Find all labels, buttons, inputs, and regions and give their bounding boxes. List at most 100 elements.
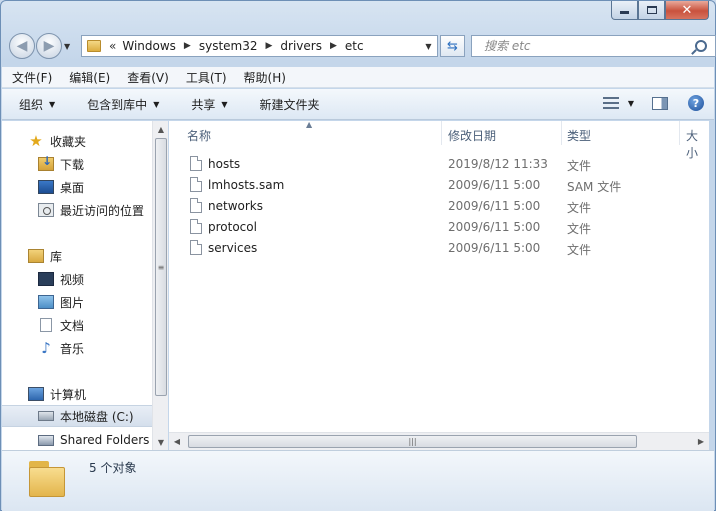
close-button[interactable]: ✕: [665, 1, 709, 20]
sidebar-item-label: 计算机: [50, 387, 87, 402]
include-in-library-label: 包含到库中: [87, 97, 148, 112]
chevron-right-icon[interactable]: ▶: [330, 41, 337, 51]
file-list-horizontal-scrollbar[interactable]: ◀ ||| ▶: [169, 432, 709, 450]
sidebar-item-label: 文档: [60, 318, 85, 333]
network-drive-icon: [38, 434, 54, 446]
refresh-icon: ⇆: [447, 38, 458, 54]
menu-tools[interactable]: 工具(T): [186, 69, 227, 86]
scroll-right-icon[interactable]: ▶: [693, 433, 709, 450]
window-controls: ✕: [611, 1, 709, 20]
menu-edit[interactable]: 编辑(E): [69, 69, 110, 86]
minimize-button[interactable]: [611, 1, 638, 20]
sidebar-item-videos[interactable]: 视频: [2, 268, 152, 290]
horizontal-scroll-thumb[interactable]: |||: [188, 435, 637, 448]
menu-view[interactable]: 查看(V): [127, 69, 169, 86]
vertical-scroll-thumb[interactable]: ≡: [155, 138, 167, 396]
sidebar-item-downloads[interactable]: 下载: [2, 153, 152, 175]
new-folder-button[interactable]: 新建文件夹: [260, 96, 320, 113]
organize-label: 组织: [19, 97, 44, 112]
column-header-name[interactable]: 名称: [187, 127, 211, 144]
chevron-right-icon[interactable]: ▶: [184, 41, 191, 51]
maximize-icon: [646, 6, 657, 14]
sidebar-libraries[interactable]: 库: [2, 245, 152, 267]
scroll-down-icon[interactable]: ▼: [153, 434, 169, 450]
sidebar-item-label: 收藏夹: [50, 134, 87, 149]
navigation-pane: ★ 收藏夹 下载 桌面 最近访问的位置 库 视频 图片 文档: [2, 121, 152, 450]
navigation-pane-scrollbar[interactable]: ▲ ≡ ▼: [152, 121, 168, 450]
scroll-left-icon[interactable]: ◀: [169, 433, 185, 450]
forward-button[interactable]: ▶: [36, 33, 62, 59]
scroll-up-icon[interactable]: ▲: [153, 121, 169, 137]
sidebar-item-desktop[interactable]: 桌面: [2, 176, 152, 198]
sidebar-item-label: 视频: [60, 272, 85, 287]
explorer-window: ✕ ◀ ▶ ▼ « Windows ▶ system32 ▶ drivers ▶…: [0, 0, 716, 511]
column-header-modified[interactable]: 修改日期: [448, 127, 496, 144]
sidebar-favorites[interactable]: ★ 收藏夹: [2, 130, 152, 152]
sidebar-item-label: Shared Folders: [60, 433, 150, 447]
new-folder-label: 新建文件夹: [259, 97, 320, 112]
file-type: 文件: [567, 201, 592, 215]
hard-drive-icon: [38, 411, 54, 421]
sidebar-item-music[interactable]: ♪ 音乐: [2, 337, 152, 359]
item-count: 5 个对象: [89, 461, 137, 475]
share-button[interactable]: 共享 ▼: [191, 96, 227, 113]
menu-help[interactable]: 帮助(H): [244, 69, 286, 86]
search-input[interactable]: [472, 39, 682, 53]
column-divider[interactable]: [441, 121, 442, 145]
organize-button[interactable]: 组织 ▼: [19, 96, 55, 113]
desktop-icon: [38, 180, 54, 194]
file-name: networks: [208, 199, 263, 213]
breadcrumb-windows[interactable]: Windows: [120, 39, 178, 53]
document-library-icon: [40, 318, 52, 332]
file-modified: 2019/8/12 11:33: [448, 157, 548, 171]
file-type: 文件: [567, 222, 592, 236]
navigation-bar: ◀ ▶ ▼ « Windows ▶ system32 ▶ drivers ▶ e…: [9, 32, 716, 60]
recent-pages-dropdown-icon[interactable]: ▼: [64, 42, 70, 51]
column-divider[interactable]: [679, 121, 680, 145]
column-header-type[interactable]: 类型: [567, 127, 591, 144]
breadcrumb-etc[interactable]: etc: [343, 39, 366, 53]
file-row-lmhosts[interactable]: lmhosts.sam 2009/6/11 5:00 SAM 文件: [183, 175, 703, 196]
file-row-services[interactable]: services 2009/6/11 5:00 文件: [183, 238, 703, 259]
folder-icon: [87, 40, 101, 52]
help-icon[interactable]: ?: [688, 95, 704, 111]
file-row-hosts[interactable]: hosts 2019/8/12 11:33 文件: [183, 154, 703, 175]
address-bar[interactable]: « Windows ▶ system32 ▶ drivers ▶ etc ▼: [81, 35, 438, 57]
chevron-down-icon: ▼: [49, 99, 56, 109]
sidebar-item-shared-folders[interactable]: Shared Folders: [2, 429, 152, 450]
column-divider[interactable]: [561, 121, 562, 145]
change-view-icon[interactable]: [602, 97, 619, 109]
search-box: [471, 35, 716, 57]
details-pane: 5 个对象: [2, 450, 714, 511]
computer-icon: [28, 387, 44, 401]
file-row-networks[interactable]: networks 2009/6/11 5:00 文件: [183, 196, 703, 217]
back-button[interactable]: ◀: [9, 33, 35, 59]
include-in-library-button[interactable]: 包含到库中 ▼: [87, 96, 159, 113]
search-icon[interactable]: [695, 40, 707, 52]
sidebar-item-label: 库: [50, 249, 63, 264]
refresh-button[interactable]: ⇆: [440, 35, 465, 57]
breadcrumb-system32[interactable]: system32: [197, 39, 260, 53]
sidebar-item-documents[interactable]: 文档: [2, 314, 152, 336]
music-library-icon: ♪: [41, 339, 51, 357]
sidebar-item-label: 本地磁盘 (C:): [60, 409, 134, 424]
sidebar-item-label: 音乐: [60, 341, 85, 356]
file-type: SAM 文件: [567, 180, 622, 194]
breadcrumb-overflow[interactable]: «: [109, 39, 116, 53]
view-options-dropdown-icon[interactable]: ▼: [628, 99, 634, 108]
file-modified: 2009/6/11 5:00: [448, 220, 541, 234]
file-icon: [190, 198, 202, 213]
sidebar-computer[interactable]: 计算机: [2, 383, 152, 405]
file-row-protocol[interactable]: protocol 2009/6/11 5:00 文件: [183, 217, 703, 238]
maximize-button[interactable]: [638, 1, 665, 20]
menu-file[interactable]: 文件(F): [12, 69, 52, 86]
folder-icon: [27, 459, 67, 499]
column-header-row: ▲ 名称 修改日期 类型 大小: [169, 121, 709, 160]
sidebar-item-recent-places[interactable]: 最近访问的位置: [2, 199, 152, 221]
address-dropdown-icon[interactable]: ▼: [420, 36, 437, 56]
sidebar-item-local-disk[interactable]: 本地磁盘 (C:): [2, 405, 152, 427]
sidebar-item-pictures[interactable]: 图片: [2, 291, 152, 313]
chevron-right-icon[interactable]: ▶: [266, 41, 273, 51]
preview-pane-icon[interactable]: [652, 96, 668, 110]
breadcrumb-drivers[interactable]: drivers: [278, 39, 324, 53]
